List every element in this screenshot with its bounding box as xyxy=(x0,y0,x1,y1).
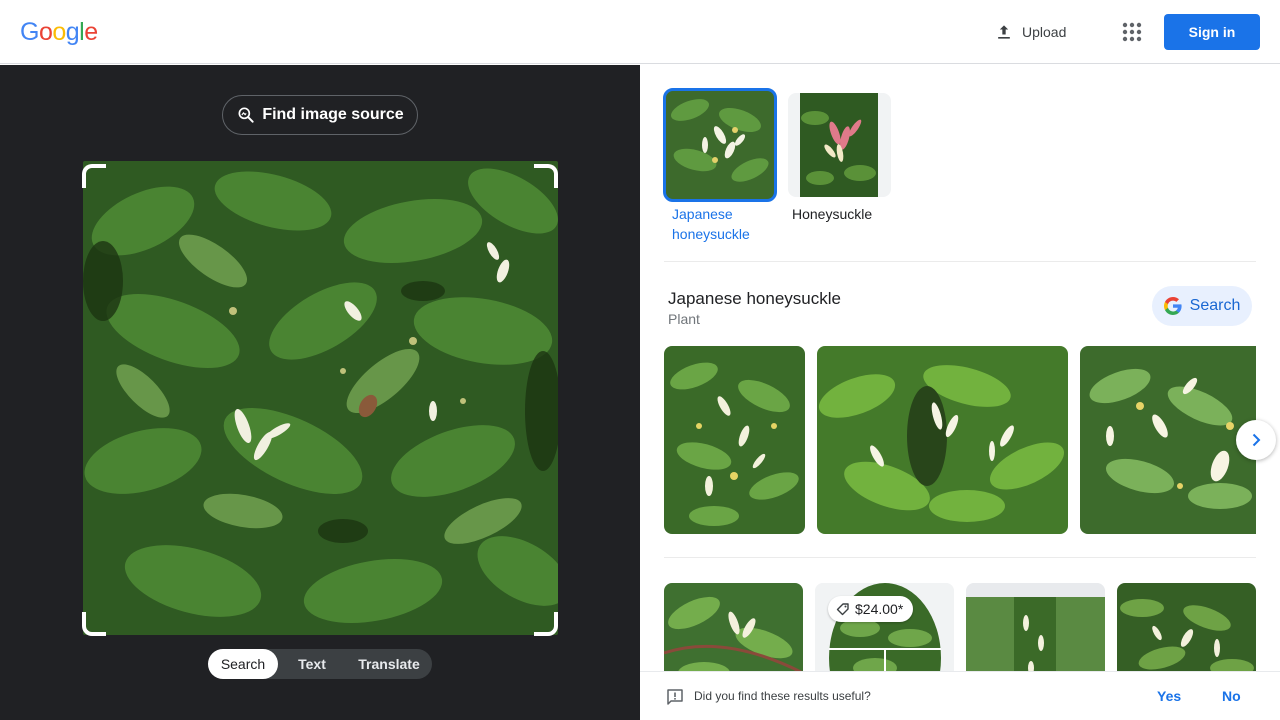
feedback-no-button[interactable]: No xyxy=(1222,688,1241,704)
apps-button[interactable] xyxy=(1116,16,1148,48)
query-image[interactable] xyxy=(83,161,558,635)
sign-in-button[interactable]: Sign in xyxy=(1164,14,1260,50)
tab-search[interactable]: Search xyxy=(208,649,278,679)
chip-label-japanese-honeysuckle[interactable]: Japanese honeysuckle xyxy=(672,204,772,244)
logo-letter: e xyxy=(84,18,98,46)
logo-letter: o xyxy=(38,18,53,46)
upload-button[interactable]: Upload xyxy=(984,16,1076,48)
feedback-yes-button[interactable]: Yes xyxy=(1157,688,1181,704)
upload-icon xyxy=(998,25,1010,39)
crop-handle-bottom-left[interactable] xyxy=(82,612,106,636)
feedback-bar: Did you find these results useful? Yes N… xyxy=(640,671,1280,720)
entity-title: Japanese honeysuckle xyxy=(668,289,841,308)
entity-search-label: Search xyxy=(1189,297,1241,314)
divider xyxy=(664,557,1256,558)
result-image[interactable] xyxy=(664,346,805,534)
results-panel: Japanese honeysuckle Honeysuckle Japanes… xyxy=(640,65,1280,720)
result-image[interactable] xyxy=(817,346,1068,534)
chip-honeysuckle-thumb[interactable] xyxy=(788,93,891,197)
find-image-source-button[interactable]: Find image source xyxy=(222,95,418,135)
mode-tabs: Search Text Translate xyxy=(208,649,432,679)
price-tag-icon xyxy=(836,603,849,616)
price-label: $24.00* xyxy=(855,601,904,617)
chevron-right-icon xyxy=(1252,433,1261,447)
find-source-label: Find image source xyxy=(262,106,404,123)
chip-label-honeysuckle[interactable]: Honeysuckle xyxy=(792,204,872,224)
entity-search-button[interactable]: Search xyxy=(1152,286,1252,326)
feedback-icon xyxy=(667,689,683,705)
result-image[interactable] xyxy=(1080,346,1256,534)
crop-handle-top-right[interactable] xyxy=(534,164,558,188)
query-image-panel: Find image source Search Text Translate xyxy=(0,65,640,720)
logo-letter: o xyxy=(52,18,66,46)
result-photo xyxy=(817,346,1068,534)
apps-grid-icon xyxy=(1122,22,1142,42)
google-g-icon xyxy=(1163,297,1182,315)
top-bar: Google Upload Sign in xyxy=(0,0,1280,64)
price-badge: $24.00* xyxy=(828,596,914,622)
honeysuckle-thumbnail xyxy=(800,93,878,197)
logo-letter: g xyxy=(65,18,80,46)
image-search-icon xyxy=(238,107,254,123)
divider xyxy=(664,261,1256,262)
japanese-honeysuckle-thumbnail xyxy=(665,90,775,200)
tab-translate[interactable]: Translate xyxy=(346,649,432,679)
honeysuckle-photo xyxy=(83,161,558,635)
google-logo[interactable]: Google xyxy=(20,18,98,47)
entity-subtitle: Plant xyxy=(668,311,700,327)
next-results-button[interactable] xyxy=(1236,420,1276,460)
upload-label: Upload xyxy=(1022,24,1067,40)
feedback-question: Did you find these results useful? xyxy=(694,689,871,703)
crop-handle-bottom-right[interactable] xyxy=(534,612,558,636)
chip-japanese-honeysuckle-thumb[interactable] xyxy=(663,88,777,202)
logo-letter: G xyxy=(20,18,39,46)
tab-text[interactable]: Text xyxy=(278,649,346,679)
result-photo xyxy=(664,346,805,534)
crop-handle-top-left[interactable] xyxy=(82,164,106,188)
result-photo xyxy=(1080,346,1256,534)
